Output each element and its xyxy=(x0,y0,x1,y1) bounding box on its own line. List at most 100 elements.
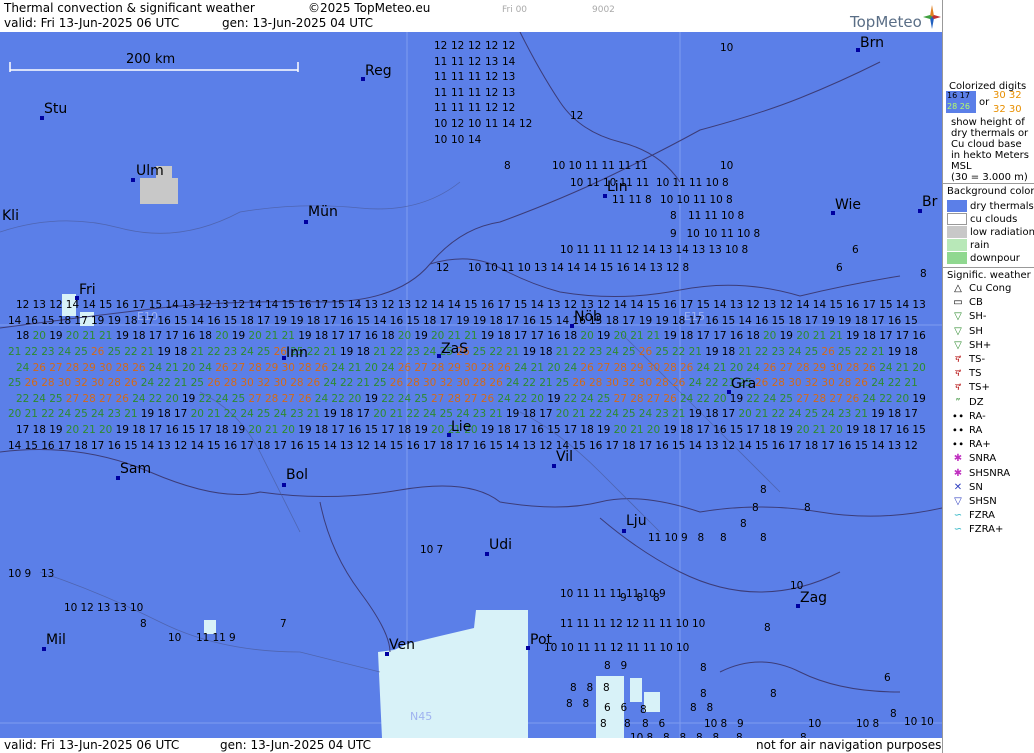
thermal-value: 12 xyxy=(485,71,499,84)
city-label-sam[interactable]: Sam xyxy=(120,461,151,477)
thermal-value: 27 xyxy=(49,361,63,374)
city-label-zas[interactable]: ZaS xyxy=(441,341,468,357)
city-label-stu[interactable]: Stu xyxy=(44,101,67,117)
thermal-value: 21 xyxy=(506,346,520,358)
thermal-value: 12 xyxy=(519,118,533,130)
thermal-value: 22 xyxy=(148,392,163,405)
city-label-gra[interactable]: Gra xyxy=(731,376,756,392)
thermal-value: 30 xyxy=(281,361,295,374)
thermal-value: 10 xyxy=(705,177,719,189)
thermal-value: 23 xyxy=(223,346,238,358)
thermal-value: 14 xyxy=(8,314,22,327)
thermal-value: 14 xyxy=(713,299,727,312)
thermal-value: 11 xyxy=(451,55,465,68)
city-marker xyxy=(622,529,626,533)
thermal-value: 22 xyxy=(771,408,785,421)
thermal-value: 22 xyxy=(223,408,238,421)
thermal-value: 19 xyxy=(290,314,304,327)
thermal-value: 17 xyxy=(713,330,727,343)
thermal-value: 22 xyxy=(589,408,603,421)
thermal-value: 15 xyxy=(547,424,561,436)
thermal-value: 21 xyxy=(265,424,279,436)
thermal-value: 28 xyxy=(796,361,810,374)
thermal-value: 24 xyxy=(514,361,528,374)
thermal-value: 8 xyxy=(872,718,880,730)
thermal-value: 8 xyxy=(741,244,749,256)
thermal-value: 7 xyxy=(436,544,444,556)
thermal-value: 22 xyxy=(887,377,902,390)
city-label-mun[interactable]: Mün xyxy=(308,204,338,220)
thermal-value: 25 xyxy=(257,346,271,358)
city-label-vil[interactable]: Vil xyxy=(556,449,573,465)
thermal-value: 17 xyxy=(721,408,736,421)
city-label-brn[interactable]: Brn xyxy=(860,35,884,51)
thermal-value: 11 xyxy=(689,177,703,189)
city-label-zag[interactable]: Zag xyxy=(800,590,827,606)
city-label-lie[interactable]: Lie xyxy=(451,419,471,435)
thermal-value: 13 xyxy=(763,299,777,312)
thermal-value: 28 xyxy=(107,377,121,390)
thermal-value: 14 xyxy=(65,299,80,312)
thermal-value: 24 xyxy=(821,408,835,421)
city-label-inn[interactable]: Inn xyxy=(286,345,308,361)
city-label-udi[interactable]: Udi xyxy=(489,537,512,553)
thermal-value: 18 xyxy=(423,314,437,327)
thermal-value: 20 xyxy=(646,424,661,436)
thermal-value: 15 xyxy=(99,299,113,312)
city-label-ven[interactable]: Ven xyxy=(389,637,415,653)
city-label-reg[interactable]: Reg xyxy=(365,63,392,79)
thermal-value: 21 xyxy=(630,424,644,436)
code-indicator: 9002 xyxy=(592,5,615,15)
thermal-value: 13 xyxy=(397,299,412,312)
thermal-value: 8 xyxy=(764,622,771,634)
city-label-mil[interactable]: Mil xyxy=(46,632,66,648)
thermal-value: 19 xyxy=(480,330,495,343)
thermal-value: 20 xyxy=(912,361,926,374)
thermal-value: 28 xyxy=(812,392,827,405)
sig-weather-label: RA- xyxy=(969,410,986,422)
legend-bg-item: downpour xyxy=(970,253,1020,264)
thermal-value: 29 xyxy=(82,361,96,374)
city-label-kli[interactable]: Kli xyxy=(2,208,19,224)
thermal-value: 12 xyxy=(381,299,395,312)
city-label-nob[interactable]: Nöb xyxy=(574,309,602,325)
thermal-value: 22 xyxy=(672,346,686,358)
weather-map[interactable]: 200 km E10 E15 N45 12 12 12 12 12 11 11 12 13 14 1… xyxy=(0,32,942,738)
thermal-value: 16 xyxy=(223,439,238,452)
city-label-wie[interactable]: Wie xyxy=(835,197,861,213)
city-label-br[interactable]: Br xyxy=(922,194,937,210)
city-label-ulm[interactable]: Ulm xyxy=(136,163,164,179)
chart-title: Thermal convection & significant weather xyxy=(4,1,255,15)
thermal-value: 19 xyxy=(364,392,378,405)
thermal-value: 28 xyxy=(613,361,627,374)
thermal-value: 25 xyxy=(49,392,63,405)
thermal-value: 13 xyxy=(32,299,46,312)
thermal-value: 14 xyxy=(642,244,656,256)
thermal-value: 18 xyxy=(215,424,229,436)
thermal-value: 11 xyxy=(485,118,499,130)
thermal-value: 15 xyxy=(646,299,661,312)
thermal-value: 12 xyxy=(468,55,482,68)
thermal-value: 15 xyxy=(539,314,553,327)
city-label-lju[interactable]: Lju xyxy=(626,513,647,529)
thermal-value: 17 xyxy=(148,330,163,343)
city-label-pot[interactable]: Pot xyxy=(530,632,552,648)
thermal-value: 8 xyxy=(640,704,647,716)
thermal-value: 24 xyxy=(680,392,694,405)
thermal-value: 19 xyxy=(49,424,63,436)
city-label-bol[interactable]: Bol xyxy=(286,467,308,483)
thermal-value: 8 xyxy=(624,718,631,730)
thermal-value: 29 xyxy=(812,361,827,374)
thermal-value: 8 xyxy=(140,618,147,630)
thermal-value: 16 xyxy=(589,439,603,452)
thermal-value: 8 xyxy=(682,262,690,274)
freezing-rain-heavy-icon: ∽ xyxy=(953,524,963,536)
thermal-value: 12 xyxy=(451,40,465,52)
legend-orange-digits-b: 32 30 xyxy=(993,104,1022,115)
city-label-lin[interactable]: Lin xyxy=(607,179,628,195)
city-label-fri[interactable]: Fri xyxy=(79,282,96,298)
thermal-value: 18 xyxy=(854,314,868,327)
thermal-value: 28 xyxy=(655,377,669,390)
thermal-value: 14 xyxy=(502,118,516,130)
topmeteo-logo[interactable]: TopMeteo xyxy=(850,4,942,31)
